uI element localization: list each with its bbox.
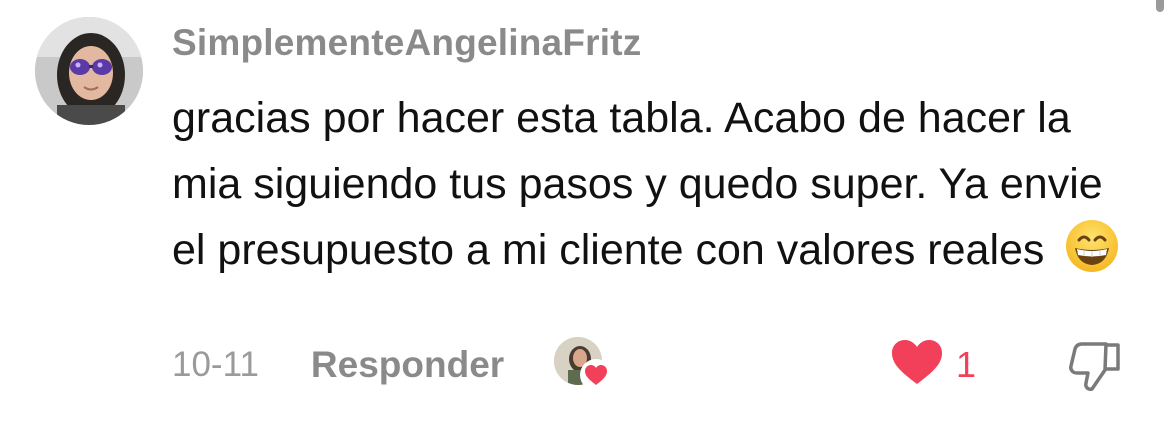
comment-item: SimplementeAngelinaFritz gracias por hac… xyxy=(0,0,1170,429)
user-avatar[interactable] xyxy=(35,17,143,125)
grinning-face-emoji-icon xyxy=(1064,218,1120,293)
heart-icon[interactable] xyxy=(890,338,944,391)
comment-meta: 10-11 Responder xyxy=(172,337,613,393)
reply-button[interactable]: Responder xyxy=(311,344,504,386)
comment-date: 10-11 xyxy=(172,345,259,384)
comment-text: gracias por hacer esta tabla. Acabo de h… xyxy=(172,85,1132,293)
like-count: 1 xyxy=(956,343,977,385)
creator-liked-badge xyxy=(554,337,613,393)
comment-username[interactable]: SimplementeAngelinaFritz xyxy=(172,22,641,64)
thumbs-down-icon[interactable] xyxy=(1068,340,1122,397)
like-button[interactable]: 1 xyxy=(890,338,976,391)
heart-icon xyxy=(580,359,613,391)
scroll-indicator xyxy=(1156,0,1164,12)
comment-body: gracias por hacer esta tabla. Acabo de h… xyxy=(172,94,1103,274)
